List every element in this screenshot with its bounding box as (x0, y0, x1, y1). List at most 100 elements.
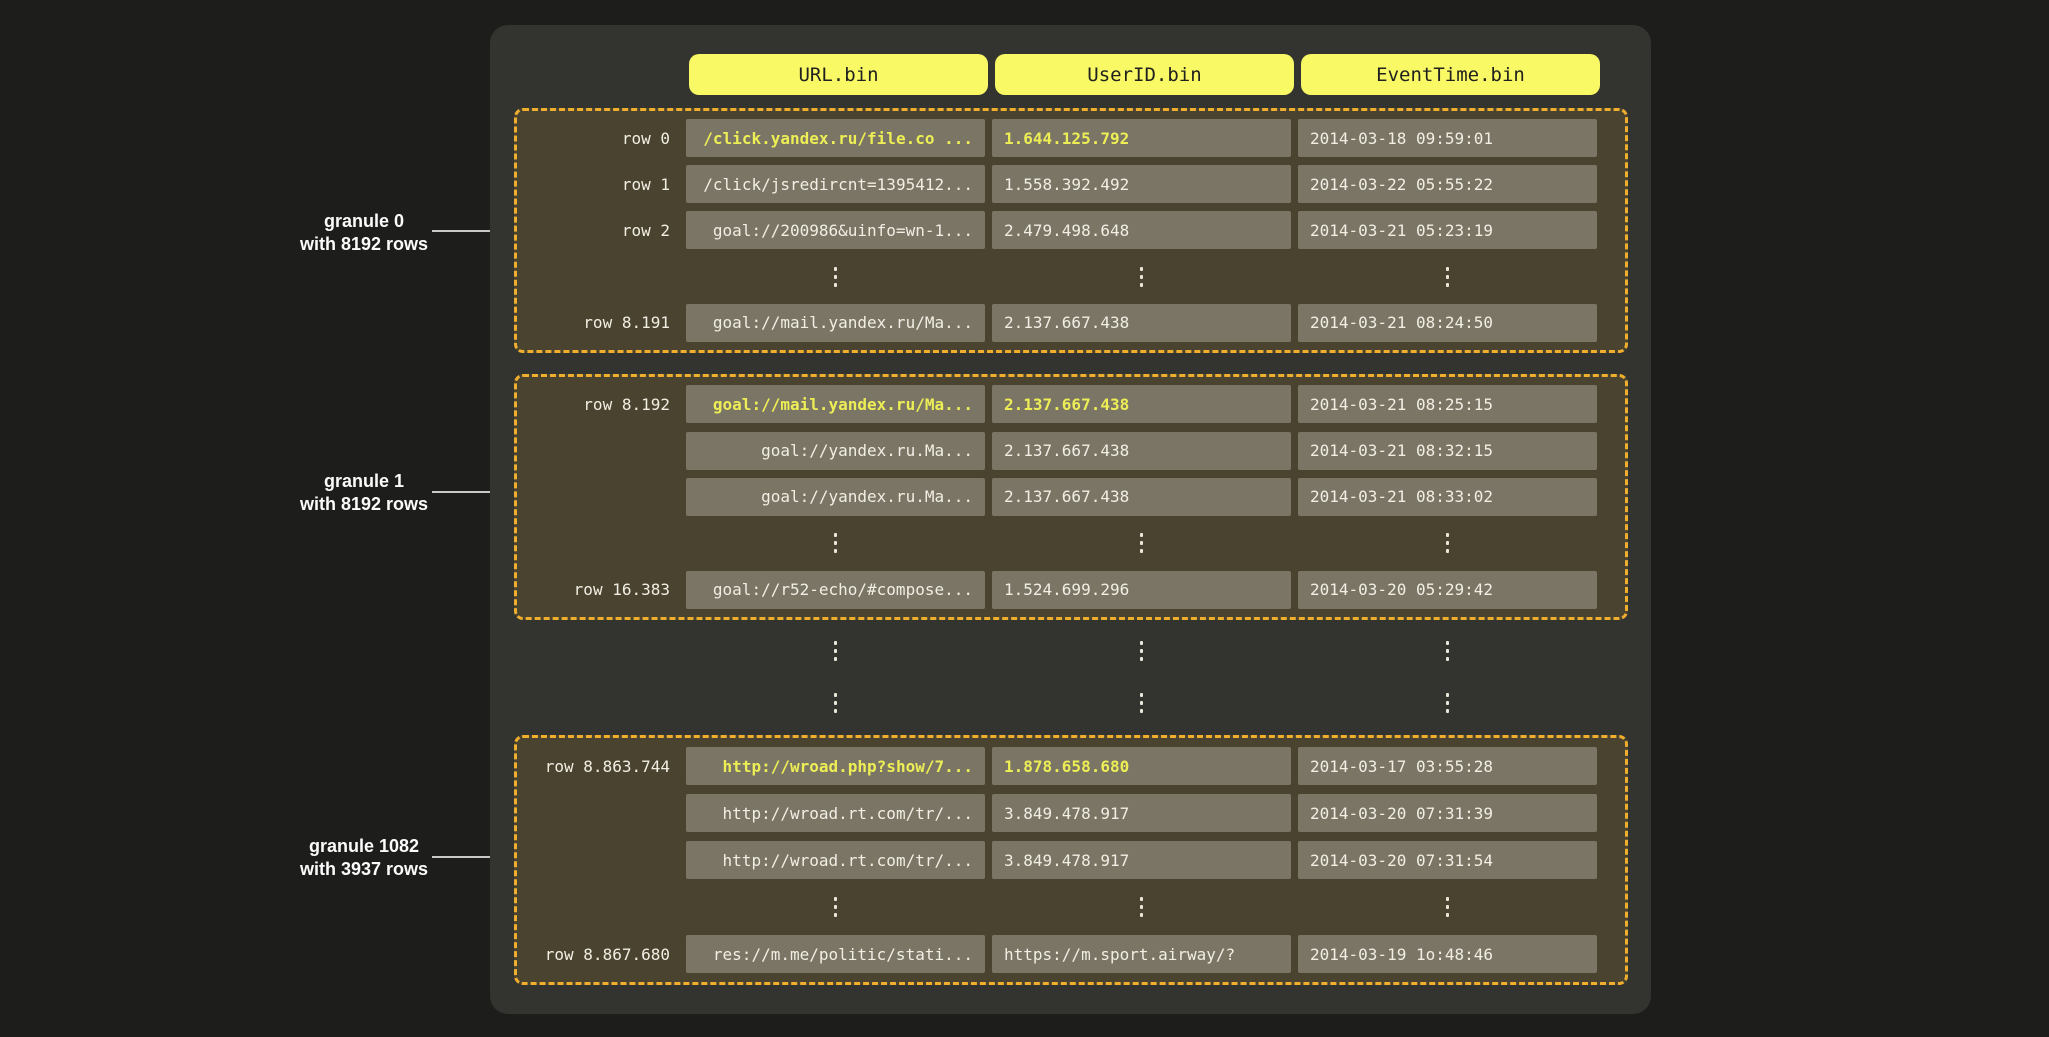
url-cell: goal://mail.yandex.ru/Ma... (686, 304, 985, 342)
eventtime-cell (1298, 632, 1597, 670)
table-row: http://wroad.rt.com/tr/... 3.849.478.917… (517, 841, 1625, 879)
url-cell: /click.yandex.ru/file.co ... (686, 119, 985, 157)
eventtime-cell: 2014-03-21 05:23:19 (1298, 211, 1597, 249)
column-headers: URL.bin UserID.bin EventTime.bin (689, 54, 1600, 95)
userid-cell: 2.137.667.438 (992, 478, 1291, 516)
ellipsis-row (514, 631, 1628, 670)
url-cell: res://m.me/politic/stati... (686, 935, 985, 973)
url-cell: http://wroad.php?show/7... (686, 747, 985, 785)
ellipsis-icon (1140, 533, 1143, 553)
url-cell: goal://yandex.ru.Ma... (686, 432, 985, 470)
ellipsis-icon (1140, 641, 1143, 661)
table-row: goal://yandex.ru.Ma... 2.137.667.438 201… (517, 478, 1625, 516)
eventtime-cell: 2014-03-21 08:24:50 (1298, 304, 1597, 342)
row-label: row 8.192 (517, 395, 686, 414)
userid-cell: 2.137.667.438 (992, 385, 1291, 423)
row-label: row 8.867.680 (517, 945, 686, 964)
granule-1-label-line1: granule 1 (249, 470, 479, 493)
eventtime-cell: 2014-03-19 1o:48:46 (1298, 935, 1597, 973)
userid-cell: 1.644.125.792 (992, 119, 1291, 157)
ellipsis-icon (834, 693, 837, 713)
eventtime-cell: 2014-03-20 05:29:42 (1298, 571, 1597, 609)
row-label: row 8.863.744 (517, 757, 686, 776)
eventtime-cell: 2014-03-21 08:32:15 (1298, 432, 1597, 470)
table-row: goal://yandex.ru.Ma... 2.137.667.438 201… (517, 432, 1625, 470)
row-label: row 2 (517, 221, 686, 240)
granule-diagram: granule 0 with 8192 rows granule 1 with … (0, 0, 2049, 1037)
table-row: row 8.191 goal://mail.yandex.ru/Ma... 2.… (517, 304, 1625, 342)
userid-cell (992, 632, 1291, 670)
granule-1082-box: row 8.863.744 http://wroad.php?show/7...… (514, 735, 1628, 985)
row-label: row 1 (517, 175, 686, 194)
url-cell: /click/jsredircnt=1395412... (686, 165, 985, 203)
eventtime-cell: 2014-03-17 03:55:28 (1298, 747, 1597, 785)
ellipsis-icon (1140, 267, 1143, 287)
eventtime-cell (1298, 684, 1597, 722)
ellipsis-row (514, 683, 1628, 722)
url-cell: http://wroad.rt.com/tr/... (686, 841, 985, 879)
userid-cell (992, 684, 1291, 722)
url-cell (686, 258, 985, 296)
eventtime-cell: 2014-03-21 08:33:02 (1298, 478, 1597, 516)
row-label: row 8.191 (517, 313, 686, 332)
eventtime-cell: 2014-03-20 07:31:39 (1298, 794, 1597, 832)
userid-cell: 1.558.392.492 (992, 165, 1291, 203)
granule-1-label: granule 1 with 8192 rows (249, 470, 479, 516)
granule-1-label-line2: with 8192 rows (249, 493, 479, 516)
eventtime-cell (1298, 524, 1597, 562)
granule-1082-label: granule 1082 with 3937 rows (249, 835, 479, 881)
ellipsis-row (517, 258, 1625, 296)
table-row: row 0 /click.yandex.ru/file.co ... 1.644… (517, 119, 1625, 157)
table-row: http://wroad.rt.com/tr/... 3.849.478.917… (517, 794, 1625, 832)
userid-cell: 1.524.699.296 (992, 571, 1291, 609)
eventtime-cell: 2014-03-20 07:31:54 (1298, 841, 1597, 879)
ellipsis-icon (1140, 897, 1143, 917)
url-cell: goal://r52-echo/#compose... (686, 571, 985, 609)
url-cell: goal://200986&uinfo=wn-1... (686, 211, 985, 249)
userid-cell: 2.479.498.648 (992, 211, 1291, 249)
granule-1082-label-line2: with 3937 rows (249, 858, 479, 881)
table-row: row 16.383 goal://r52-echo/#compose... 1… (517, 571, 1625, 609)
column-header-eventtime: EventTime.bin (1301, 54, 1600, 95)
granule-0-label: granule 0 with 8192 rows (249, 210, 479, 256)
eventtime-cell (1298, 888, 1597, 926)
userid-cell (992, 888, 1291, 926)
ellipsis-icon (1446, 267, 1449, 287)
url-cell (686, 524, 985, 562)
ellipsis-icon (834, 641, 837, 661)
granule-1082-label-line1: granule 1082 (249, 835, 479, 858)
url-cell: goal://mail.yandex.ru/Ma... (686, 385, 985, 423)
userid-cell: 2.137.667.438 (992, 432, 1291, 470)
ellipsis-icon (834, 267, 837, 287)
eventtime-cell: 2014-03-22 05:55:22 (1298, 165, 1597, 203)
userid-cell (992, 524, 1291, 562)
granule-0-box: row 0 /click.yandex.ru/file.co ... 1.644… (514, 108, 1628, 353)
url-cell (686, 684, 985, 722)
ellipsis-icon (1446, 533, 1449, 553)
table-panel: URL.bin UserID.bin EventTime.bin row 0 /… (490, 25, 1651, 1014)
userid-cell: 1.878.658.680 (992, 747, 1291, 785)
column-header-userid: UserID.bin (995, 54, 1294, 95)
userid-cell: 3.849.478.917 (992, 841, 1291, 879)
eventtime-cell: 2014-03-18 09:59:01 (1298, 119, 1597, 157)
granule-0-label-line2: with 8192 rows (249, 233, 479, 256)
eventtime-cell: 2014-03-21 08:25:15 (1298, 385, 1597, 423)
ellipsis-row (517, 888, 1625, 926)
table-row: row 2 goal://200986&uinfo=wn-1... 2.479.… (517, 211, 1625, 249)
url-cell: goal://yandex.ru.Ma... (686, 478, 985, 516)
column-header-url: URL.bin (689, 54, 988, 95)
row-label: row 0 (517, 129, 686, 148)
userid-cell: 2.137.667.438 (992, 304, 1291, 342)
eventtime-cell (1298, 258, 1597, 296)
ellipsis-icon (1446, 641, 1449, 661)
ellipsis-icon (1446, 693, 1449, 713)
table-row: row 8.863.744 http://wroad.php?show/7...… (517, 747, 1625, 785)
ellipsis-icon (834, 897, 837, 917)
userid-cell (992, 258, 1291, 296)
table-row: row 8.867.680 res://m.me/politic/stati..… (517, 935, 1625, 973)
url-cell (686, 888, 985, 926)
ellipsis-icon (1140, 693, 1143, 713)
ellipsis-icon (834, 533, 837, 553)
ellipsis-row (517, 524, 1625, 562)
userid-cell: 3.849.478.917 (992, 794, 1291, 832)
